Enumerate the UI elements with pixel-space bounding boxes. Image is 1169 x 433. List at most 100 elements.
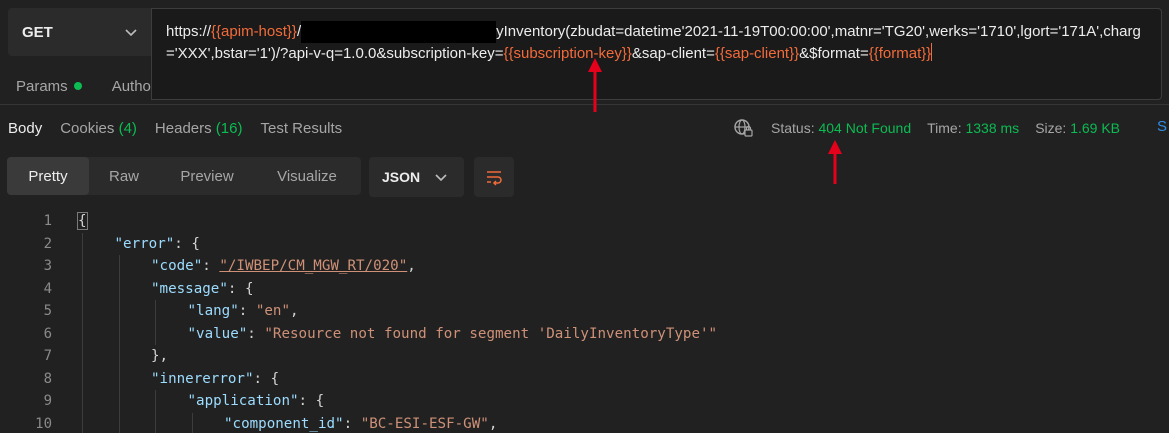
text-caret	[931, 43, 933, 61]
annotation-arrow-url	[588, 58, 602, 112]
format-select[interactable]: JSON	[369, 157, 464, 197]
network-globe-icon[interactable]	[733, 118, 753, 138]
indent-guide	[82, 345, 83, 368]
line-number: 5	[43, 303, 52, 320]
indent-guide	[118, 390, 120, 413]
indent-guide	[82, 367, 83, 390]
indent-guide	[82, 412, 83, 433]
code-content: "message": {	[151, 281, 254, 297]
wrap-lines-button[interactable]	[474, 157, 514, 197]
view-pretty-label: Pretty	[28, 167, 68, 185]
json-punctuation: :	[238, 303, 256, 320]
indent-guide	[155, 412, 156, 433]
status-label: Status:	[771, 120, 815, 136]
tab-cookies[interactable]: Cookies (4)	[51, 120, 146, 137]
size-value[interactable]: 1.69 KB	[1070, 120, 1120, 136]
indent-guide	[118, 277, 120, 300]
view-mode-segmented: Pretty Raw Preview Visualize	[7, 157, 361, 195]
json-key: "message"	[151, 280, 228, 297]
json-punctuation: :	[343, 415, 361, 432]
tab-authorization[interactable]: Autho	[98, 78, 167, 95]
view-preview[interactable]: Preview	[159, 157, 255, 195]
json-punctuation: : {	[298, 393, 325, 410]
method-select[interactable]: GET	[8, 8, 151, 56]
code-line: 6 "value": "Resource not found for segmen…	[0, 322, 1169, 345]
time-value[interactable]: 1338 ms	[965, 120, 1019, 136]
method-label: GET	[22, 23, 53, 41]
line-number: 6	[43, 325, 52, 342]
view-raw[interactable]: Raw	[89, 157, 159, 195]
response-meta: Status: 404 Not Found Time: 1338 ms Size…	[733, 110, 1120, 146]
view-raw-label: Raw	[108, 167, 139, 185]
chevron-down-icon	[435, 174, 447, 182]
tab-params[interactable]: Params	[0, 78, 98, 95]
indent-guide	[191, 412, 193, 433]
code-content: },	[151, 348, 168, 364]
json-punctuation: : {	[227, 280, 254, 297]
redacted-block	[301, 21, 497, 43]
line-number: 3	[43, 258, 52, 275]
line-number: 7	[43, 348, 52, 365]
status-value[interactable]: 404 Not Found	[818, 120, 911, 136]
json-key: "error"	[114, 235, 175, 252]
indent-guide	[82, 277, 83, 300]
json-string: "BC-ESI-ESF-GW"	[360, 415, 489, 432]
json-punctuation: :	[247, 325, 265, 342]
code-line: 10 "component_id": "BC-ESI-ESF-GW",	[0, 412, 1169, 433]
code-line: 3 "code": "/IWBEP/CM_MGW_RT/020",	[0, 255, 1169, 278]
time-label: Time:	[927, 120, 962, 136]
view-pretty[interactable]: Pretty	[7, 157, 89, 195]
tab-test-results[interactable]: Test Results	[251, 120, 351, 137]
indent-guide	[155, 322, 156, 345]
code-line: 7},	[0, 345, 1169, 368]
json-key: "innererror"	[151, 370, 254, 387]
code-content: "value": "Resource not found for segment…	[188, 326, 718, 342]
indent-guide	[82, 232, 83, 255]
json-key: "value"	[187, 325, 248, 342]
view-visualize[interactable]: Visualize	[255, 157, 359, 195]
json-string: "en"	[255, 303, 291, 320]
json-punctuation: {	[77, 212, 88, 231]
json-punctuation: ,	[290, 303, 299, 320]
url-var-subscription-key: {{subscription-key}}	[503, 45, 632, 62]
url-var-format: {{format}}	[868, 45, 932, 62]
code-line: 4 "message": {	[0, 277, 1169, 300]
code-line: 5 "lang": "en",	[0, 300, 1169, 323]
tab-test-results-label: Test Results	[260, 119, 343, 137]
tab-body[interactable]: Body	[0, 120, 51, 137]
json-punctuation: ,	[488, 415, 498, 432]
code-content: "lang": "en",	[188, 303, 299, 319]
code-line: 8 "innererror": {	[0, 367, 1169, 390]
params-indicator-dot	[73, 82, 82, 90]
response-body-code: 1{2 "error": {3 "code": "/IWBEP/CM_MGW_RT/…	[0, 210, 1169, 433]
code-content: "component_id": "BC-ESI-ESF-GW",	[224, 416, 497, 432]
save-response-link[interactable]: S	[1157, 118, 1167, 135]
chevron-down-icon	[125, 29, 137, 37]
url-prefix: https://	[166, 23, 212, 40]
indent-guide	[118, 322, 120, 345]
json-punctuation: :	[202, 258, 220, 275]
indent-guide	[82, 390, 83, 413]
indent-guide	[82, 300, 83, 323]
tab-cookies-label: Cookies	[60, 119, 115, 137]
indent-guide	[118, 300, 120, 323]
tab-body-label: Body	[8, 119, 43, 137]
code-line: 9 "application": {	[0, 390, 1169, 413]
line-number: 4	[43, 280, 52, 297]
indent-guide	[118, 412, 120, 433]
json-string: "Resource not found for segment 'DailyIn…	[264, 325, 718, 342]
indent-guide	[82, 255, 83, 278]
tab-headers[interactable]: Headers (16)	[146, 120, 252, 137]
code-line: 1{	[0, 210, 1169, 233]
json-key: "application"	[187, 393, 299, 410]
indent-guide	[155, 300, 156, 323]
url-input[interactable]: https://{{apim-host}}/yInventory(zbudat=…	[151, 8, 1162, 100]
line-number: 2	[43, 235, 52, 252]
indent-guide	[82, 322, 83, 345]
indent-guide	[118, 255, 120, 278]
json-key: "code"	[151, 258, 203, 275]
line-number: 1	[43, 213, 52, 230]
request-tabs: Params Autho	[0, 66, 167, 106]
json-string[interactable]: "/IWBEP/CM_MGW_RT/020"	[219, 258, 407, 274]
code-line: 2 "error": {	[0, 232, 1169, 255]
